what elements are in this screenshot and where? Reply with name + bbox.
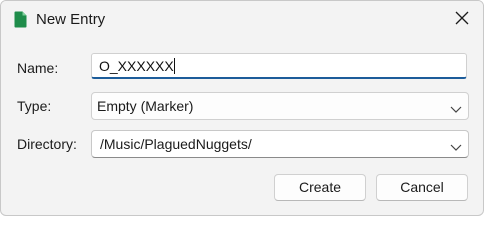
directory-combo[interactable]: /Music/PlaguedNuggets/: [91, 130, 469, 158]
name-label: Name:: [17, 60, 59, 76]
directory-label: Directory:: [17, 136, 77, 152]
name-input[interactable]: O_XXXXXX: [91, 53, 467, 79]
type-label: Type:: [17, 98, 52, 114]
cancel-button[interactable]: Cancel: [376, 174, 468, 201]
close-button[interactable]: [447, 5, 477, 35]
type-selected-value: Empty (Marker): [97, 98, 194, 114]
new-entry-dialog: New Entry Name: O_XXXXXX Type: Empty (Ma…: [0, 0, 484, 216]
dialog-title: New Entry: [36, 11, 106, 28]
green-document-icon: [14, 11, 27, 28]
chevron-down-icon[interactable]: [450, 139, 462, 151]
text-caret: [173, 58, 175, 74]
directory-value: /Music/PlaguedNuggets/: [100, 136, 252, 152]
title-bar: New Entry: [1, 1, 483, 39]
close-icon: [455, 11, 469, 30]
chevron-down-icon: [450, 101, 462, 113]
type-select[interactable]: Empty (Marker): [91, 92, 469, 120]
create-button[interactable]: Create: [274, 174, 366, 201]
name-input-value: O_XXXXXX: [99, 58, 174, 74]
